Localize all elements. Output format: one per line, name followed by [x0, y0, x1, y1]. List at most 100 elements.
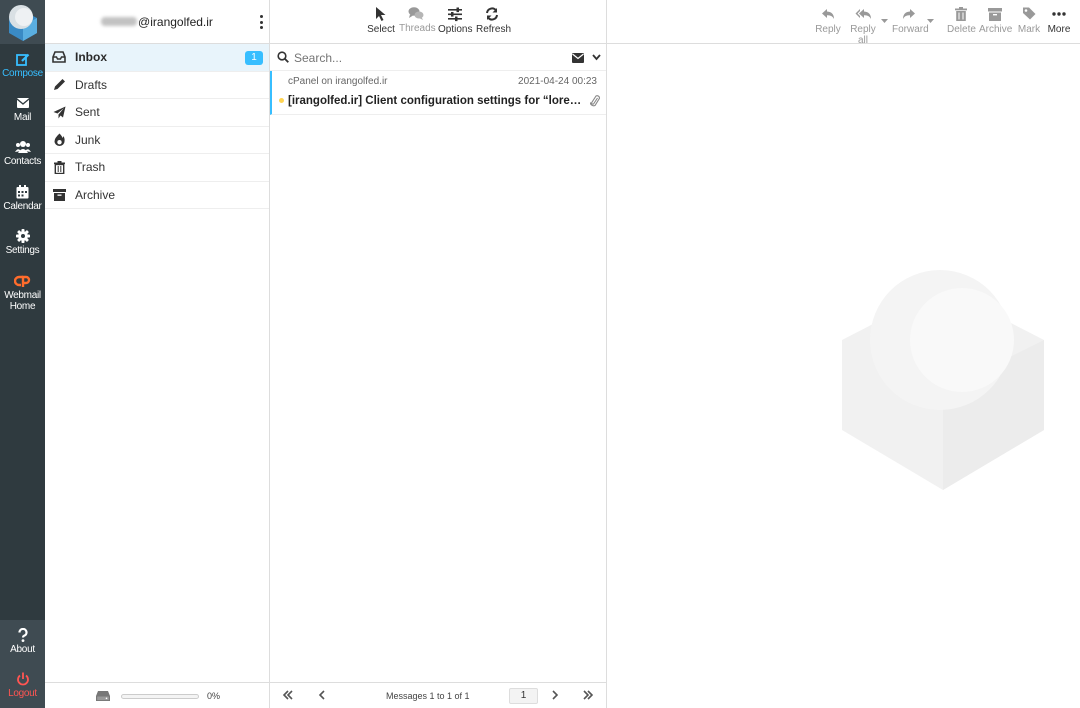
search-input[interactable]	[294, 51, 544, 65]
nav-mail-label: Mail	[13, 112, 32, 123]
trash-icon	[955, 7, 967, 21]
nav-contacts-label: Contacts	[3, 156, 42, 167]
nav-settings[interactable]: Settings	[0, 221, 45, 265]
nav-webmail-home[interactable]: Webmail Home	[0, 266, 45, 316]
folder-inbox-label: Inbox	[75, 50, 107, 65]
quota-bar	[121, 694, 199, 699]
folder-sent[interactable]: Sent	[45, 99, 269, 127]
question-icon	[17, 628, 28, 642]
threads-button-label: Threads	[399, 23, 436, 34]
forward-button[interactable]: Forward	[892, 6, 929, 35]
sliders-icon	[448, 7, 462, 22]
select-button-label: Select	[367, 24, 395, 35]
previous-page-icon[interactable]	[316, 689, 328, 701]
unread-count-badge: 1	[245, 51, 263, 65]
folder-trash-label: Trash	[75, 160, 106, 175]
power-icon	[16, 672, 29, 686]
nav-calendar[interactable]: Calendar	[0, 177, 45, 221]
mail-icon	[16, 98, 29, 108]
roundcube-logo[interactable]	[0, 0, 45, 44]
last-page-icon[interactable]	[582, 689, 594, 701]
more-button-label: More	[1047, 24, 1071, 35]
threads-button[interactable]: Threads	[399, 6, 436, 34]
more-button[interactable]: More	[1046, 6, 1072, 35]
nav-compose-label: Compose	[2, 68, 43, 79]
forward-button-label: Forward	[892, 24, 929, 35]
folder-junk[interactable]: Junk	[45, 127, 269, 154]
nav-settings-label: Settings	[5, 245, 40, 256]
forward-dropdown-icon[interactable]	[927, 19, 934, 24]
archive-icon	[988, 8, 1002, 21]
redacted-username	[101, 17, 138, 26]
pencil-icon	[53, 79, 65, 91]
cpanel-icon	[13, 275, 30, 287]
logo-icon	[8, 5, 37, 41]
message-date: 2021-04-24 00:23	[518, 76, 597, 87]
folder-pane: @irangolfed.ir Inbox 1 Drafts Sent Junk	[45, 0, 270, 708]
delete-button[interactable]: Delete	[947, 6, 976, 35]
search-bar	[270, 44, 606, 71]
inbox-icon	[52, 51, 66, 64]
message-subject: [irangolfed.ir] Client configuration set…	[288, 95, 584, 107]
folder-inbox[interactable]: Inbox 1	[45, 44, 269, 72]
message-from: cPanel on irangolfed.ir	[288, 76, 388, 87]
compose-icon	[15, 53, 29, 66]
hard-drive-icon	[96, 691, 110, 701]
folder-archive[interactable]: Archive	[45, 182, 269, 209]
pointer-icon	[376, 7, 386, 21]
message-toolbar: Reply Reply all Forward Delete Archive M…	[607, 0, 1080, 46]
reply-button-label: Reply	[815, 24, 841, 35]
reply-all-dropdown-icon[interactable]	[881, 19, 888, 24]
envelope-icon[interactable]	[572, 53, 584, 63]
folder-archive-label: Archive	[75, 187, 116, 202]
nav-contacts[interactable]: Contacts	[0, 132, 45, 176]
account-menu-button[interactable]	[260, 15, 264, 29]
paperclip-icon	[590, 95, 600, 107]
reply-button[interactable]: Reply	[813, 6, 843, 35]
archive-button-label: Archive	[979, 24, 1013, 35]
page-number-input[interactable]: 1	[509, 688, 538, 704]
folder-drafts[interactable]: Drafts	[45, 72, 269, 99]
refresh-button[interactable]: Refresh	[476, 6, 512, 35]
list-toolbar: Select Threads Options Refresh	[270, 0, 606, 44]
nav-webmail-home-label: Webmail Home	[4, 290, 41, 312]
quota-footer: 0%	[45, 682, 269, 708]
refresh-icon	[486, 7, 498, 21]
nav-mail[interactable]: Mail	[0, 88, 45, 132]
folder-trash[interactable]: Trash	[45, 154, 269, 182]
first-page-icon[interactable]	[282, 689, 294, 701]
folder-sent-label: Sent	[75, 105, 100, 120]
select-button[interactable]: Select	[367, 6, 395, 35]
archive-button[interactable]: Archive	[979, 6, 1013, 35]
watermark-logo-icon	[842, 270, 1044, 490]
nav-compose[interactable]: Compose	[0, 44, 45, 88]
app-nav-rail: Compose Mail Contacts Calendar Settings …	[0, 0, 45, 708]
chevron-down-icon[interactable]	[592, 54, 601, 61]
calendar-icon	[16, 185, 29, 199]
next-page-icon[interactable]	[549, 689, 561, 701]
unread-dot[interactable]	[279, 98, 284, 103]
account-header: @irangolfed.ir	[45, 0, 269, 44]
nav-logout[interactable]: Logout	[0, 664, 45, 708]
search-icon	[277, 51, 289, 63]
mark-button-label: Mark	[1017, 24, 1041, 35]
paper-plane-icon	[53, 106, 65, 119]
pagination-bar: Messages 1 to 1 of 1 1	[270, 682, 606, 708]
mark-button[interactable]: Mark	[1016, 6, 1042, 35]
folder-junk-label: Junk	[75, 132, 101, 147]
refresh-button-label: Refresh	[476, 24, 512, 35]
options-button[interactable]: Options	[438, 6, 472, 35]
reply-all-button[interactable]: Reply all	[845, 6, 881, 46]
trash-icon	[53, 160, 65, 174]
nav-logout-label: Logout	[8, 688, 37, 699]
quota-text: 0%	[207, 691, 221, 701]
account-email: @irangolfed.ir	[138, 14, 213, 29]
folder-drafts-label: Drafts	[75, 77, 108, 92]
archive-icon	[52, 188, 66, 201]
preview-pane: Reply Reply all Forward Delete Archive M…	[607, 0, 1080, 708]
nav-about[interactable]: About	[0, 620, 45, 664]
comments-icon	[408, 7, 424, 20]
tag-icon	[1023, 7, 1036, 20]
message-row[interactable]: cPanel on irangolfed.ir 2021-04-24 00:23…	[270, 71, 606, 115]
gear-icon	[15, 229, 30, 243]
